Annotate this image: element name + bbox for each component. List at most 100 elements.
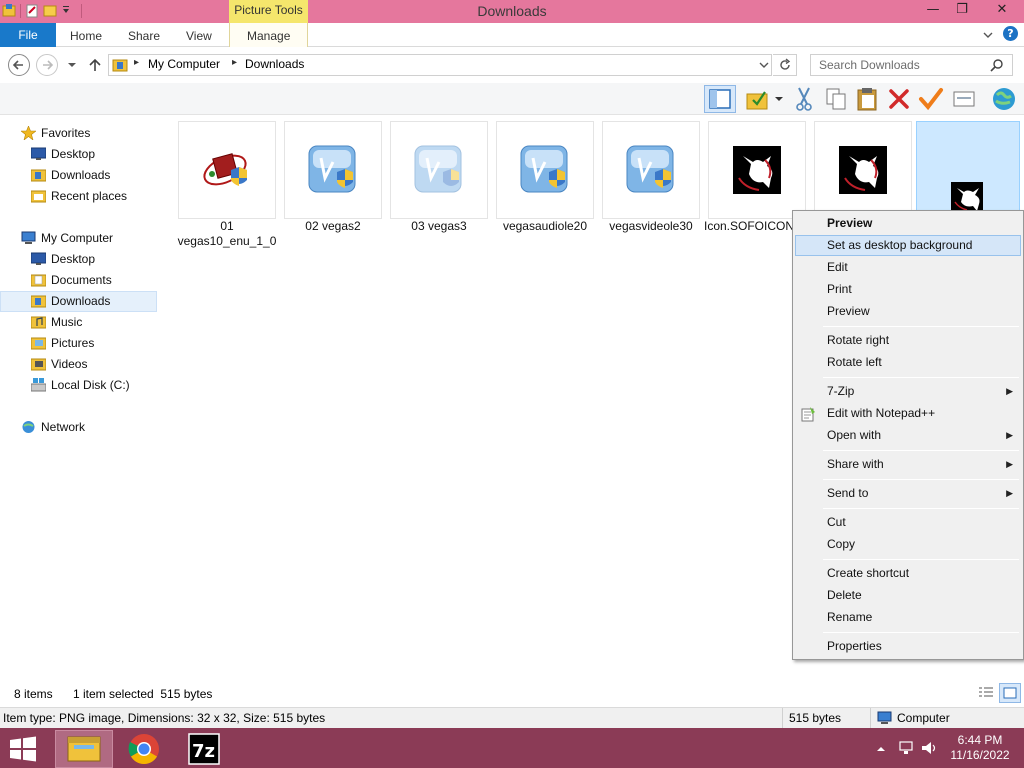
- vegas-setup-icon: [626, 145, 674, 193]
- restore-button[interactable]: ❐: [947, 0, 977, 21]
- file-tile[interactable]: [390, 121, 488, 219]
- menu-item-rotate-left[interactable]: Rotate left: [795, 352, 1021, 373]
- large-icons-view-icon[interactable]: [999, 683, 1021, 703]
- customize-qat-icon[interactable]: [61, 3, 71, 18]
- menu-item-send-to[interactable]: Send to ▶: [795, 483, 1021, 504]
- menu-item-edit-notepad-plus-plus[interactable]: Edit with Notepad++: [795, 403, 1021, 424]
- title-bar[interactable]: [0, 0, 1024, 23]
- file-tile[interactable]: [496, 121, 594, 219]
- menu-item-open-with[interactable]: Open with ▶: [795, 425, 1021, 446]
- delete-icon[interactable]: [887, 87, 911, 114]
- recent-places-icon: [30, 189, 47, 203]
- new-folder-icon[interactable]: [43, 3, 57, 18]
- preview-pane-button[interactable]: [704, 85, 736, 113]
- menu-separator: [823, 632, 1019, 633]
- up-arrow-icon[interactable]: [86, 56, 104, 77]
- menu-item-create-shortcut[interactable]: Create shortcut: [795, 563, 1021, 584]
- volume-icon[interactable]: [920, 739, 940, 760]
- taskbar-chrome[interactable]: [116, 730, 174, 768]
- sidebar-item-desktop[interactable]: Desktop: [0, 249, 157, 270]
- file-tile-selected[interactable]: [916, 121, 1020, 213]
- seven-zip-icon: 7z: [188, 733, 220, 765]
- nav-item-label: Local Disk (C:): [51, 378, 130, 392]
- menu-item-copy[interactable]: Copy: [795, 534, 1021, 555]
- menu-item-preview-default[interactable]: Preview: [795, 213, 1021, 234]
- taskbar-file-explorer[interactable]: [55, 730, 113, 768]
- sidebar-item-favorites-downloads[interactable]: Downloads: [0, 165, 157, 186]
- back-button[interactable]: [8, 54, 30, 76]
- breadcrumb-downloads[interactable]: Downloads: [245, 57, 304, 71]
- tab-home[interactable]: Home: [70, 23, 102, 47]
- computer-small-icon: [877, 711, 893, 728]
- vegas-setup-icon: [520, 145, 568, 193]
- menu-item-7zip[interactable]: 7-Zip ▶: [795, 381, 1021, 402]
- search-input[interactable]: Search Downloads: [810, 54, 1013, 76]
- show-hidden-icons-icon[interactable]: [876, 743, 886, 757]
- menu-item-delete[interactable]: Delete: [795, 585, 1021, 606]
- menu-item-cut[interactable]: Cut: [795, 512, 1021, 533]
- menu-item-share-with[interactable]: Share with ▶: [795, 454, 1021, 475]
- file-tile[interactable]: [178, 121, 276, 219]
- explorer-app-icon[interactable]: [2, 3, 16, 18]
- details-view-icon[interactable]: [978, 686, 994, 703]
- sidebar-item-pictures[interactable]: Pictures: [0, 333, 157, 354]
- expand-ribbon-icon[interactable]: [982, 29, 994, 44]
- menu-item-print[interactable]: Print: [795, 279, 1021, 300]
- copy-icon[interactable]: [824, 86, 848, 115]
- properties-icon[interactable]: [25, 3, 39, 18]
- file-tile[interactable]: [708, 121, 806, 219]
- tab-manage[interactable]: Manage: [247, 23, 290, 47]
- forward-button[interactable]: [36, 54, 58, 76]
- vegas-setup-icon: [308, 145, 356, 193]
- help-icon[interactable]: ?: [1003, 26, 1018, 41]
- refresh-button[interactable]: [773, 54, 797, 76]
- breadcrumb-my-computer[interactable]: My Computer: [148, 57, 220, 71]
- folder-check-icon[interactable]: [744, 86, 770, 115]
- toolbar-dropdown-icon[interactable]: [774, 93, 784, 107]
- sidebar-item-favorites-desktop[interactable]: Desktop: [0, 144, 157, 165]
- properties-box-icon[interactable]: [952, 88, 976, 113]
- file-tile[interactable]: [284, 121, 382, 219]
- tab-share[interactable]: Share: [128, 23, 160, 47]
- cut-icon[interactable]: [792, 86, 816, 115]
- menu-item-set-desktop-background[interactable]: Set as desktop background: [795, 235, 1021, 256]
- network-tray-icon[interactable]: [897, 739, 915, 760]
- item-count: 8 items: [14, 687, 53, 701]
- sidebar-item-music[interactable]: Music: [0, 312, 157, 333]
- menu-separator: [823, 559, 1019, 560]
- nav-favorites[interactable]: Favorites: [0, 123, 157, 144]
- sidebar-item-local-disk[interactable]: Local Disk (C:): [0, 375, 157, 396]
- windows-start-icon[interactable]: [8, 735, 38, 766]
- tab-file[interactable]: File: [0, 23, 56, 47]
- file-name: 03 vegas3: [386, 219, 492, 234]
- recent-locations-icon[interactable]: [66, 59, 78, 74]
- sidebar-item-documents[interactable]: Documents: [0, 270, 157, 291]
- tab-view[interactable]: View: [186, 23, 212, 47]
- nav-my-computer[interactable]: My Computer: [0, 228, 157, 249]
- globe-icon[interactable]: [990, 86, 1018, 115]
- file-name-line: 01: [220, 219, 234, 233]
- menu-item-rotate-right[interactable]: Rotate right: [795, 330, 1021, 351]
- breadcrumb-separator-icon: ▸: [232, 57, 238, 68]
- taskbar-clock[interactable]: 6:44 PM 11/16/2022: [940, 733, 1020, 763]
- nav-network[interactable]: Network: [0, 417, 157, 438]
- file-tile[interactable]: [814, 121, 912, 219]
- rename-check-icon[interactable]: [918, 87, 944, 114]
- sidebar-item-videos[interactable]: Videos: [0, 354, 157, 375]
- nav-item-label: Downloads: [51, 294, 111, 308]
- taskbar-7zip[interactable]: 7z: [177, 730, 235, 768]
- close-button[interactable]: ✕: [985, 0, 1019, 21]
- menu-item-properties[interactable]: Properties: [795, 636, 1021, 657]
- minimize-button[interactable]: —: [918, 0, 948, 21]
- paste-icon[interactable]: [855, 86, 881, 115]
- menu-item-edit[interactable]: Edit: [795, 257, 1021, 278]
- menu-item-preview[interactable]: Preview: [795, 301, 1021, 322]
- sidebar-item-recent-places[interactable]: Recent places: [0, 186, 157, 207]
- file-details-text: Item type: PNG image, Dimensions: 32 x 3…: [3, 711, 326, 725]
- nav-item-label: Music: [51, 315, 83, 329]
- search-icon[interactable]: [990, 58, 1004, 75]
- file-tile[interactable]: [602, 121, 700, 219]
- address-dropdown-icon[interactable]: [758, 59, 770, 74]
- sidebar-item-downloads[interactable]: Downloads: [0, 291, 157, 312]
- menu-item-rename[interactable]: Rename: [795, 607, 1021, 628]
